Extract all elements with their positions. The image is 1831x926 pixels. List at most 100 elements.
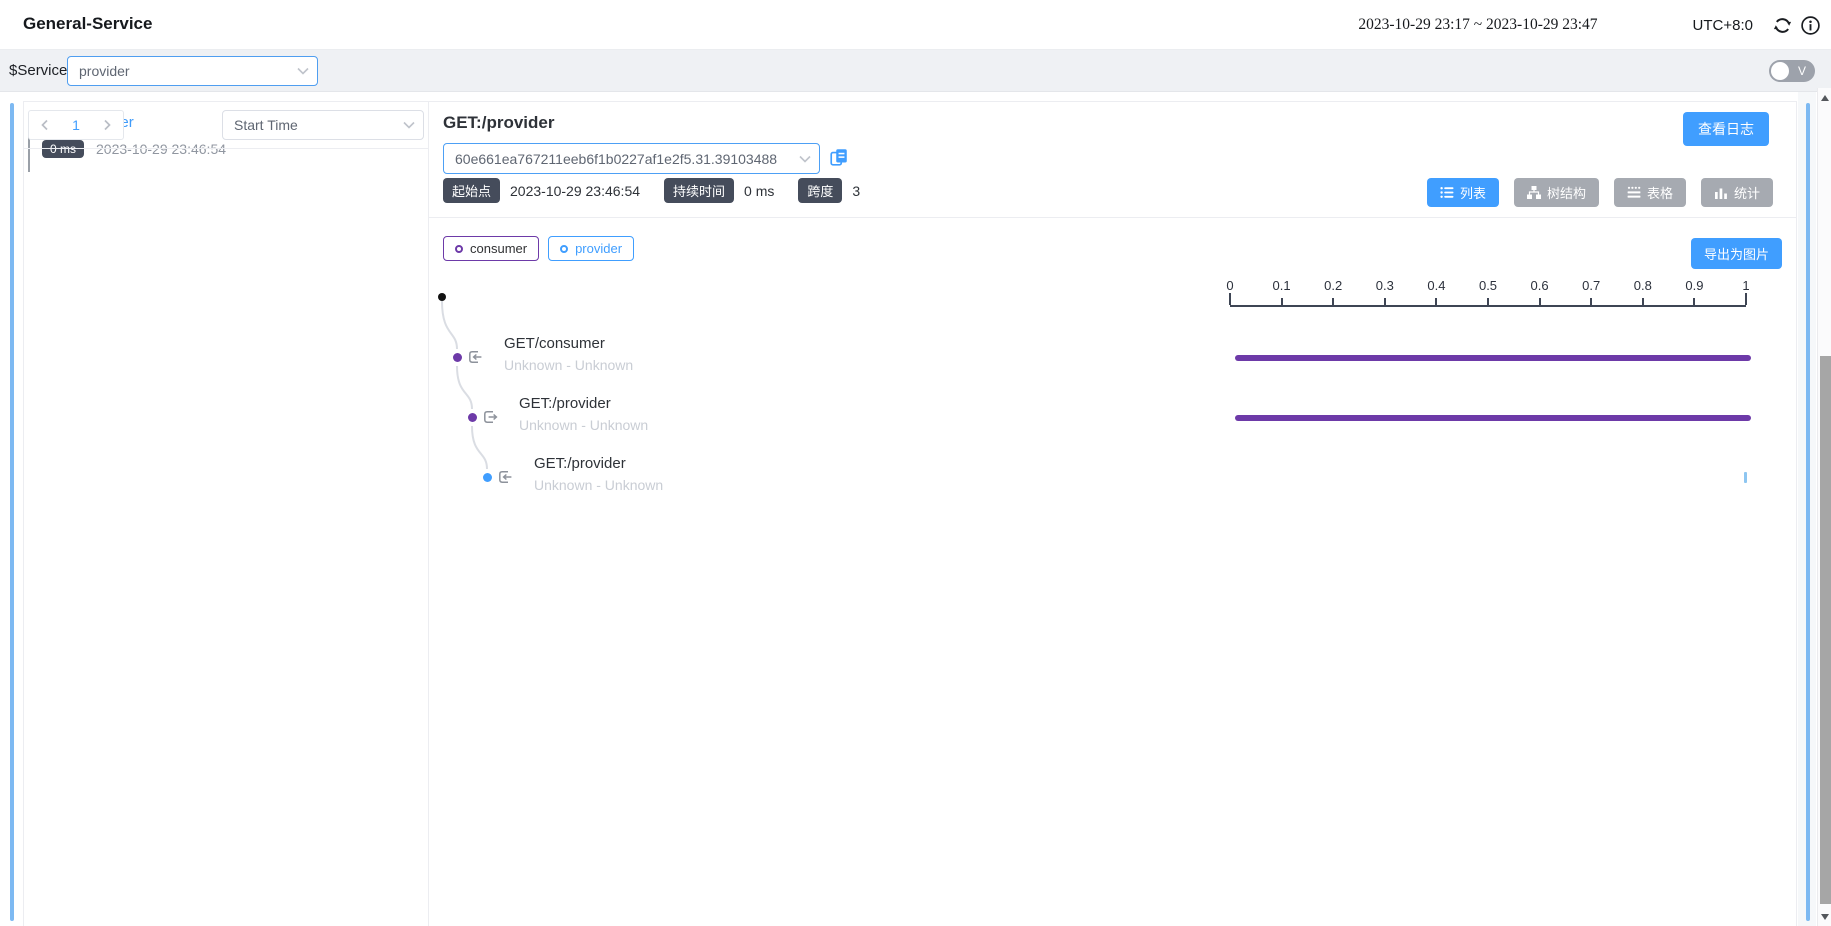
- axis-tick-label: 0: [1226, 278, 1233, 293]
- trace-title: GET:/provider: [443, 113, 554, 133]
- sort-select[interactable]: Start Time: [222, 110, 424, 140]
- span-rows: GET/consumerUnknown - UnknownGET:/provid…: [429, 328, 1796, 508]
- copy-icon[interactable]: [829, 147, 849, 167]
- view-tab-label: 列表: [1460, 183, 1486, 202]
- left-scrollbar-thumb[interactable]: [10, 103, 14, 921]
- prev-page-icon[interactable]: [39, 119, 51, 131]
- axis-tick-mark: [1487, 298, 1489, 305]
- service-select-value: provider: [79, 63, 289, 79]
- trace-id-select[interactable]: 60e661ea767211eeb6f1b0227af1e2f5.31.3910…: [443, 143, 820, 174]
- page-number[interactable]: 1: [72, 117, 80, 133]
- toggle-knob: [1771, 62, 1789, 80]
- axis-tick-label: 0.3: [1376, 278, 1394, 293]
- axis-tick-label: 0.9: [1685, 278, 1703, 293]
- span-title[interactable]: GET:/provider: [519, 395, 611, 412]
- meta-badge-label: 持续时间: [664, 178, 734, 203]
- page-title: General-Service: [23, 14, 152, 34]
- meta-badge-label: 跨度: [798, 178, 842, 203]
- trace-detail-header: GET:/provider 60e661ea767211eeb6f1b0227a…: [429, 102, 1796, 218]
- span-dot: [483, 473, 492, 482]
- next-page-icon[interactable]: [101, 119, 113, 131]
- span-bar[interactable]: [1235, 415, 1751, 421]
- span-subtitle: Unknown - Unknown: [504, 357, 633, 373]
- list-icon: [1440, 186, 1454, 199]
- span-bar[interactable]: [1235, 355, 1751, 361]
- top-header: General-Service 2023-10-29 23:17 ~ 2023-…: [0, 0, 1831, 50]
- span-dot: [453, 353, 462, 362]
- service-label: $Service: [9, 62, 67, 79]
- span-bar[interactable]: [1744, 472, 1747, 483]
- stats-icon: [1714, 186, 1728, 199]
- chevron-down-icon: [297, 67, 309, 75]
- span-title[interactable]: GET:/provider: [534, 455, 626, 472]
- span-graph: consumerprovider 导出为图片 00.10.20.30.40.50…: [429, 218, 1796, 926]
- info-icon[interactable]: [1800, 15, 1821, 36]
- axis-tick-label: 0.2: [1324, 278, 1342, 293]
- axis-tick-mark: [1435, 298, 1437, 305]
- axis-tick-mark: [1642, 298, 1644, 305]
- timezone-label: UTC+8:0: [1693, 17, 1753, 34]
- meta-value: 2023-10-29 23:46:54: [510, 183, 640, 199]
- view-tab-label: 统计: [1734, 183, 1760, 202]
- view-tab-table[interactable]: 表格: [1614, 178, 1686, 207]
- version-toggle[interactable]: V: [1769, 60, 1815, 82]
- tree-icon: [1527, 186, 1541, 199]
- view-type-tabs: 列表 树结构 表格 统计: [1427, 178, 1773, 207]
- header-right: 2023-10-29 23:17 ~ 2023-10-29 23:47 UTC+…: [1358, 0, 1821, 50]
- axis-tick-mark: [1745, 293, 1747, 305]
- legend-pill-provider[interactable]: provider: [548, 236, 634, 261]
- axis-tick-mark: [1384, 298, 1386, 305]
- scroll-down-arrow[interactable]: [1821, 914, 1829, 920]
- view-logs-button[interactable]: 查看日志: [1683, 112, 1769, 146]
- right-scrollbar-thumb[interactable]: [1806, 103, 1810, 921]
- service-select[interactable]: provider: [67, 56, 318, 86]
- view-tab-tree[interactable]: 树结构: [1514, 178, 1599, 207]
- span-row: GET:/provider Unknown - Unknown: [429, 388, 1796, 448]
- axis-tick-label: 0.5: [1479, 278, 1497, 293]
- view-tab-list[interactable]: 列表: [1427, 178, 1499, 207]
- meta-value: 0 ms: [744, 183, 774, 199]
- axis-tick-label: 1: [1742, 278, 1749, 293]
- legend-dot: [560, 245, 568, 253]
- legend-label: provider: [575, 241, 622, 256]
- span-title[interactable]: GET/consumer: [504, 335, 605, 352]
- meta-value: 3: [852, 183, 860, 199]
- scroll-up-arrow[interactable]: [1821, 95, 1829, 101]
- span-lane: [1230, 388, 1746, 448]
- axis-tick-label: 0.1: [1273, 278, 1291, 293]
- axis-tick-mark: [1590, 298, 1592, 305]
- chevron-down-icon: [799, 155, 811, 163]
- entry-span-icon: [497, 469, 513, 485]
- span-subtitle: Unknown - Unknown: [519, 417, 648, 433]
- view-tab-label: 树结构: [1547, 183, 1586, 202]
- axis-tick-label: 0.4: [1427, 278, 1445, 293]
- trace-list-toolbar: 1 Start Time: [24, 102, 428, 149]
- browser-scrollbar: [1817, 88, 1831, 926]
- export-image-button[interactable]: 导出为图片: [1691, 238, 1782, 269]
- trace-list-panel: 1 Start Time GET:/provider 0 ms 2023-10-…: [24, 102, 429, 926]
- time-axis: 00.10.20.30.40.50.60.70.80.91: [1230, 280, 1746, 307]
- span-dot: [468, 413, 477, 422]
- browser-scrollbar-thumb[interactable]: [1820, 356, 1831, 904]
- exit-span-icon: [482, 409, 498, 425]
- axis-tick-label: 0.8: [1634, 278, 1652, 293]
- toggle-label: V: [1798, 64, 1806, 78]
- meta-badge-label: 起始点: [443, 178, 500, 203]
- chevron-down-icon: [403, 121, 415, 129]
- view-tab-stats[interactable]: 统计: [1701, 178, 1773, 207]
- axis-tick-mark: [1693, 298, 1695, 305]
- view-tab-label: 表格: [1647, 183, 1673, 202]
- trace-page: General-Service 2023-10-29 23:17 ~ 2023-…: [0, 0, 1831, 926]
- axis-tick-mark: [1539, 298, 1541, 305]
- trace-meta-row: 起始点 2023-10-29 23:46:54 持续时间 0 ms 跨度 3: [443, 178, 884, 203]
- span-row: GET/consumer Unknown - Unknown: [429, 328, 1796, 388]
- span-lane: [1230, 328, 1746, 388]
- span-subtitle: Unknown - Unknown: [534, 477, 663, 493]
- axis-tick-mark: [1229, 293, 1231, 305]
- axis-tick-mark: [1281, 298, 1283, 305]
- span-row: GET:/provider Unknown - Unknown: [429, 448, 1796, 508]
- trace-id-value: 60e661ea767211eeb6f1b0227af1e2f5.31.3910…: [455, 151, 791, 167]
- pagination: 1: [28, 110, 124, 140]
- refresh-icon[interactable]: [1772, 15, 1793, 36]
- time-range[interactable]: 2023-10-29 23:17 ~ 2023-10-29 23:47: [1358, 16, 1597, 34]
